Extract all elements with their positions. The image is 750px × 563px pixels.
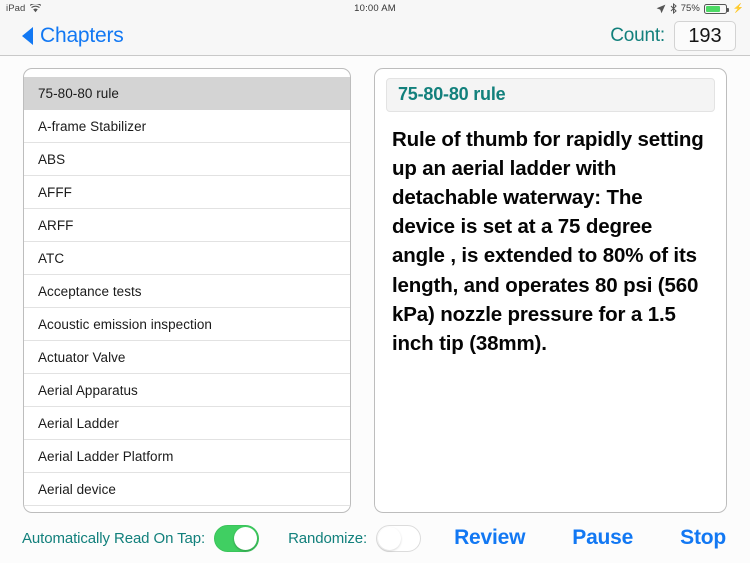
- count-value-field[interactable]: 193: [674, 21, 736, 51]
- list-item[interactable]: A-frame Stabilizer: [24, 110, 350, 143]
- count-group: Count: 193: [610, 21, 736, 51]
- list-item-label: ATC: [38, 250, 65, 266]
- chapters-list[interactable]: 75-80-80 rule A-frame Stabilizer ABS AFFF AR…: [24, 77, 350, 512]
- location-arrow-icon: [656, 4, 666, 14]
- stop-button[interactable]: Stop: [680, 526, 726, 550]
- list-item[interactable]: ABS: [24, 143, 350, 176]
- list-item-label: Acoustic emission inspection: [38, 316, 212, 332]
- status-bar-right: 75% ⚡: [656, 3, 744, 14]
- toggle-knob: [378, 526, 402, 550]
- pause-button[interactable]: Pause: [572, 526, 633, 550]
- detail-body-text: Rule of thumb for rapidly setting up an …: [392, 128, 704, 355]
- count-label: Count:: [610, 25, 665, 46]
- list-item[interactable]: Aerial Apparatus: [24, 374, 350, 407]
- detail-title: 75-80-80 rule: [386, 78, 715, 112]
- bottom-toolbar: Automatically Read On Tap: Randomize: Re…: [0, 513, 750, 563]
- back-triangle-icon: [22, 27, 33, 45]
- list-item[interactable]: 75-80-80 rule: [24, 77, 350, 110]
- app-screen: iPad 10:00 AM 75% ⚡ Chapters Count: 193 …: [0, 0, 750, 563]
- randomize-label: Randomize:: [288, 529, 368, 547]
- battery-icon: [703, 3, 729, 14]
- randomize-toggle[interactable]: [376, 524, 422, 552]
- battery-fill: [705, 5, 721, 12]
- auto-read-label: Automatically Read On Tap:: [22, 529, 206, 547]
- list-item-label: Aerial Ladder: [38, 415, 119, 431]
- list-item[interactable]: Aerial device: [24, 473, 350, 506]
- charging-bolt-icon: ⚡: [732, 3, 744, 13]
- randomize-group: Randomize:: [288, 524, 422, 552]
- chapters-list-panel: 75-80-80 rule A-frame Stabilizer ABS AFFF AR…: [23, 68, 351, 513]
- auto-read-toggle[interactable]: [214, 524, 260, 552]
- list-item-label: Aerial Ladder Platform: [38, 448, 174, 464]
- list-item-label: A-frame Stabilizer: [38, 118, 147, 134]
- action-buttons: Review Pause Stop: [454, 526, 726, 550]
- list-item-label: ABS: [38, 151, 66, 167]
- list-item-label: 75-80-80 rule: [38, 85, 119, 101]
- list-item-label: ARFF: [38, 217, 74, 233]
- list-item[interactable]: AFFF: [24, 176, 350, 209]
- list-item[interactable]: Actuator Valve: [24, 341, 350, 374]
- toggle-knob: [234, 526, 258, 550]
- auto-read-group: Automatically Read On Tap:: [22, 524, 260, 552]
- status-bar-clock: 10:00 AM: [354, 3, 396, 14]
- bluetooth-icon: [670, 3, 677, 14]
- list-item[interactable]: ARFF: [24, 209, 350, 242]
- list-item[interactable]: Acceptance tests: [24, 275, 350, 308]
- list-item-label: Aerial device: [38, 481, 116, 497]
- list-item-label: AFFF: [38, 184, 72, 200]
- review-button[interactable]: Review: [454, 526, 525, 550]
- battery-percent-label: 75%: [680, 3, 700, 14]
- list-item-label: Actuator Valve: [38, 349, 126, 365]
- back-button-label: Chapters: [40, 24, 124, 47]
- main-content: 75-80-80 rule A-frame Stabilizer ABS AFFF AR…: [0, 56, 750, 513]
- status-bar: iPad 10:00 AM 75% ⚡: [0, 0, 750, 17]
- list-item-label: Acceptance tests: [38, 283, 142, 299]
- list-item[interactable]: Acoustic emission inspection: [24, 308, 350, 341]
- back-button[interactable]: Chapters: [22, 24, 124, 48]
- list-item[interactable]: Aerial Ladder Platform: [24, 440, 350, 473]
- list-item-label: Aerial Apparatus: [38, 382, 138, 398]
- detail-panel: 75-80-80 rule Rule of thumb for rapidly …: [374, 68, 727, 513]
- list-item[interactable]: Aerial Ladder: [24, 407, 350, 440]
- navigation-bar: Chapters Count: 193: [0, 17, 750, 56]
- list-item[interactable]: ATC: [24, 242, 350, 275]
